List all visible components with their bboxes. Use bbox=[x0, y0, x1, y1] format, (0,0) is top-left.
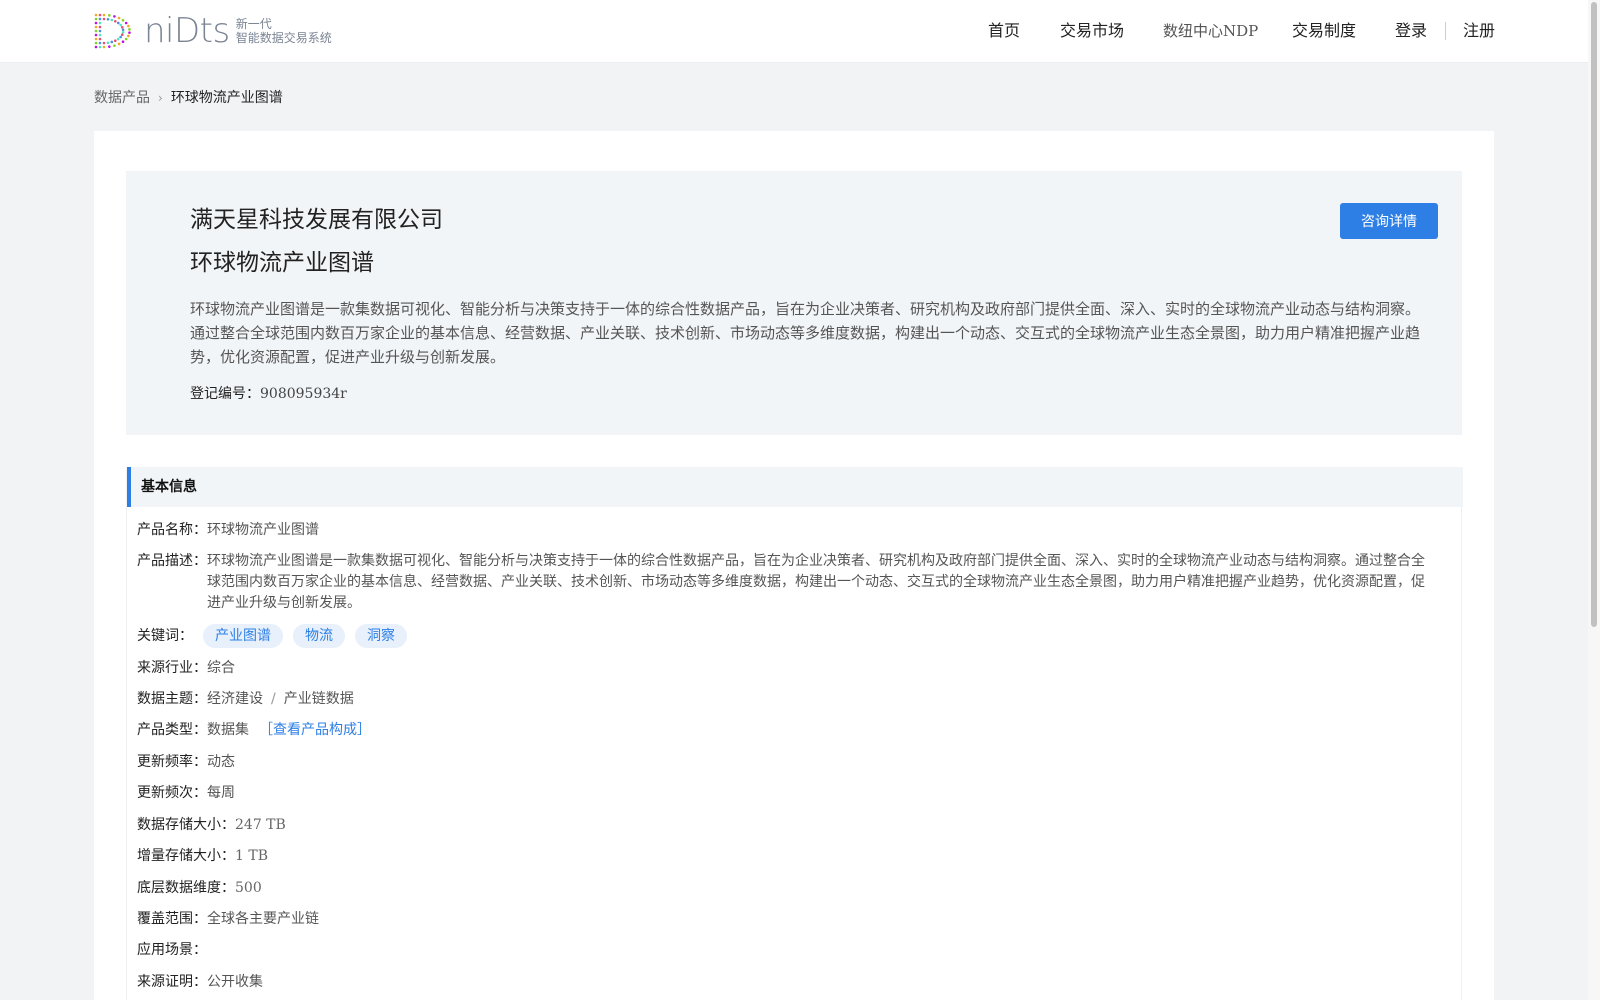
field-label: 产品描述： bbox=[137, 553, 207, 569]
logo-tagline-line1: 新一代 bbox=[235, 17, 272, 31]
coverage-value: 全球各主要产业链 bbox=[207, 911, 319, 927]
info-row-source: 来源证明： 公开收集 bbox=[137, 972, 263, 993]
theme-separator: / bbox=[271, 691, 276, 707]
theme-value-2: 产业链数据 bbox=[283, 691, 354, 707]
breadcrumb-current: 环球物流产业图谱 bbox=[170, 90, 283, 106]
nav-ndp[interactable]: 数纽中心NDP bbox=[1163, 20, 1258, 42]
industry-value: 综合 bbox=[207, 660, 235, 676]
nav-divider bbox=[1445, 22, 1446, 40]
field-label: 更新频率： bbox=[137, 754, 207, 770]
logo-mark-icon bbox=[94, 13, 131, 49]
storage-value: 247 TB bbox=[235, 817, 286, 833]
info-row-increment: 增量存储大小： 1 TB bbox=[137, 846, 268, 867]
dimension-value: 500 bbox=[235, 880, 262, 896]
field-label: 覆盖范围： bbox=[137, 911, 207, 927]
info-row-product-desc: 产品描述： 环球物流产业图谱是一款集数据可视化、智能分析与决策支持于一体的综合性… bbox=[137, 551, 1437, 614]
field-label: 来源行业： bbox=[137, 660, 207, 676]
nav-register[interactable]: 注册 bbox=[1463, 20, 1495, 42]
logo-tagline-line2: 智能数据交易系统 bbox=[235, 31, 332, 45]
keyword-tag[interactable]: 物流 bbox=[293, 624, 345, 648]
info-row-theme: 数据主题： 经济建设 / 产业链数据 bbox=[137, 689, 354, 710]
field-label: 应用场景： bbox=[137, 942, 207, 958]
view-composition-link[interactable]: ［查看产品构成］ bbox=[259, 720, 371, 741]
product-desc-value: 环球物流产业图谱是一款集数据可视化、智能分析与决策支持于一体的综合性数据产品，旨… bbox=[207, 553, 1425, 611]
field-label: 底层数据维度： bbox=[137, 880, 235, 896]
chevron-right-icon: › bbox=[158, 91, 163, 105]
info-row-update-freq: 更新频次： 每周 bbox=[137, 783, 235, 804]
info-row-storage: 数据存储大小： 247 TB bbox=[137, 815, 286, 836]
breadcrumb-parent[interactable]: 数据产品 bbox=[94, 88, 150, 108]
update-freq-value: 每周 bbox=[207, 785, 235, 801]
nav-market[interactable]: 交易市场 bbox=[1060, 20, 1124, 42]
product-title: 环球物流产业图谱 bbox=[190, 250, 374, 276]
theme-value-1: 经济建设 bbox=[207, 691, 263, 707]
basic-info-section: 基本信息 产品名称： 环球物流产业图谱 产品描述： 环球物流产业图谱是一款集数据… bbox=[126, 467, 1463, 1000]
product-detail-card: 满天星科技发展有限公司 环球物流产业图谱 环球物流产业图谱是一款集数据可视化、智… bbox=[94, 131, 1494, 1000]
breadcrumb: 数据产品 › 环球物流产业图谱 bbox=[94, 88, 283, 108]
product-name-value: 环球物流产业图谱 bbox=[207, 522, 319, 538]
basic-info-header: 基本信息 bbox=[127, 467, 1463, 507]
source-value: 公开收集 bbox=[207, 974, 263, 990]
field-label: 来源证明： bbox=[137, 974, 207, 990]
product-summary: 环球物流产业图谱是一款集数据可视化、智能分析与决策支持于一体的综合性数据产品，旨… bbox=[190, 300, 1421, 366]
registration-label: 登记编号： bbox=[190, 386, 260, 402]
info-row-type: 产品类型： 数据集 ［查看产品构成］ bbox=[137, 720, 371, 741]
registration-value: 908095934r bbox=[260, 386, 347, 402]
logo[interactable]: niDts 新一代 智能数据交易系统 bbox=[94, 11, 332, 51]
field-label: 关键词： bbox=[137, 627, 193, 644]
info-row-industry: 来源行业： 综合 bbox=[137, 658, 235, 679]
consult-button[interactable]: 咨询详情 bbox=[1340, 203, 1438, 239]
field-label: 更新频次： bbox=[137, 785, 207, 801]
logo-word: niDts bbox=[144, 11, 230, 51]
info-row-coverage: 覆盖范围： 全球各主要产业链 bbox=[137, 909, 319, 930]
logo-tagline: 新一代 智能数据交易系统 bbox=[236, 17, 332, 45]
field-label: 产品名称： bbox=[137, 522, 207, 538]
keyword-tag[interactable]: 洞察 bbox=[355, 624, 407, 648]
field-label: 数据存储大小： bbox=[137, 817, 235, 833]
info-row-dimension: 底层数据维度： 500 bbox=[137, 878, 262, 899]
nav-rules[interactable]: 交易制度 bbox=[1292, 20, 1356, 42]
update-rate-value: 动态 bbox=[207, 754, 235, 770]
info-row-update-rate: 更新频率： 动态 bbox=[137, 752, 235, 773]
field-label: 数据主题： bbox=[137, 691, 207, 707]
scrollbar-thumb[interactable] bbox=[1591, 2, 1597, 627]
keyword-tags: 产业图谱 物流 洞察 bbox=[203, 624, 417, 648]
company-name: 满天星科技发展有限公司 bbox=[190, 207, 443, 233]
product-hero: 满天星科技发展有限公司 环球物流产业图谱 环球物流产业图谱是一款集数据可视化、智… bbox=[126, 171, 1462, 435]
top-header: niDts 新一代 智能数据交易系统 首页 交易市场 数纽中心NDP 交易制度 … bbox=[0, 0, 1600, 63]
section-title: 基本信息 bbox=[141, 479, 197, 495]
info-row-product-name: 产品名称： 环球物流产业图谱 bbox=[137, 520, 319, 541]
field-label: 产品类型： bbox=[137, 722, 207, 738]
increment-value: 1 TB bbox=[235, 848, 268, 864]
registration-number: 登记编号：908095934r bbox=[190, 384, 347, 404]
info-row-scenario: 应用场景： bbox=[137, 940, 207, 961]
field-label: 增量存储大小： bbox=[137, 848, 235, 864]
scrollbar[interactable] bbox=[1588, 0, 1600, 1000]
nav-login[interactable]: 登录 bbox=[1395, 20, 1427, 42]
info-row-keywords: 关键词： 产业图谱 物流 洞察 bbox=[137, 624, 417, 648]
keyword-tag[interactable]: 产业图谱 bbox=[203, 624, 283, 648]
nav-home[interactable]: 首页 bbox=[988, 20, 1020, 42]
type-value: 数据集 bbox=[207, 722, 249, 738]
